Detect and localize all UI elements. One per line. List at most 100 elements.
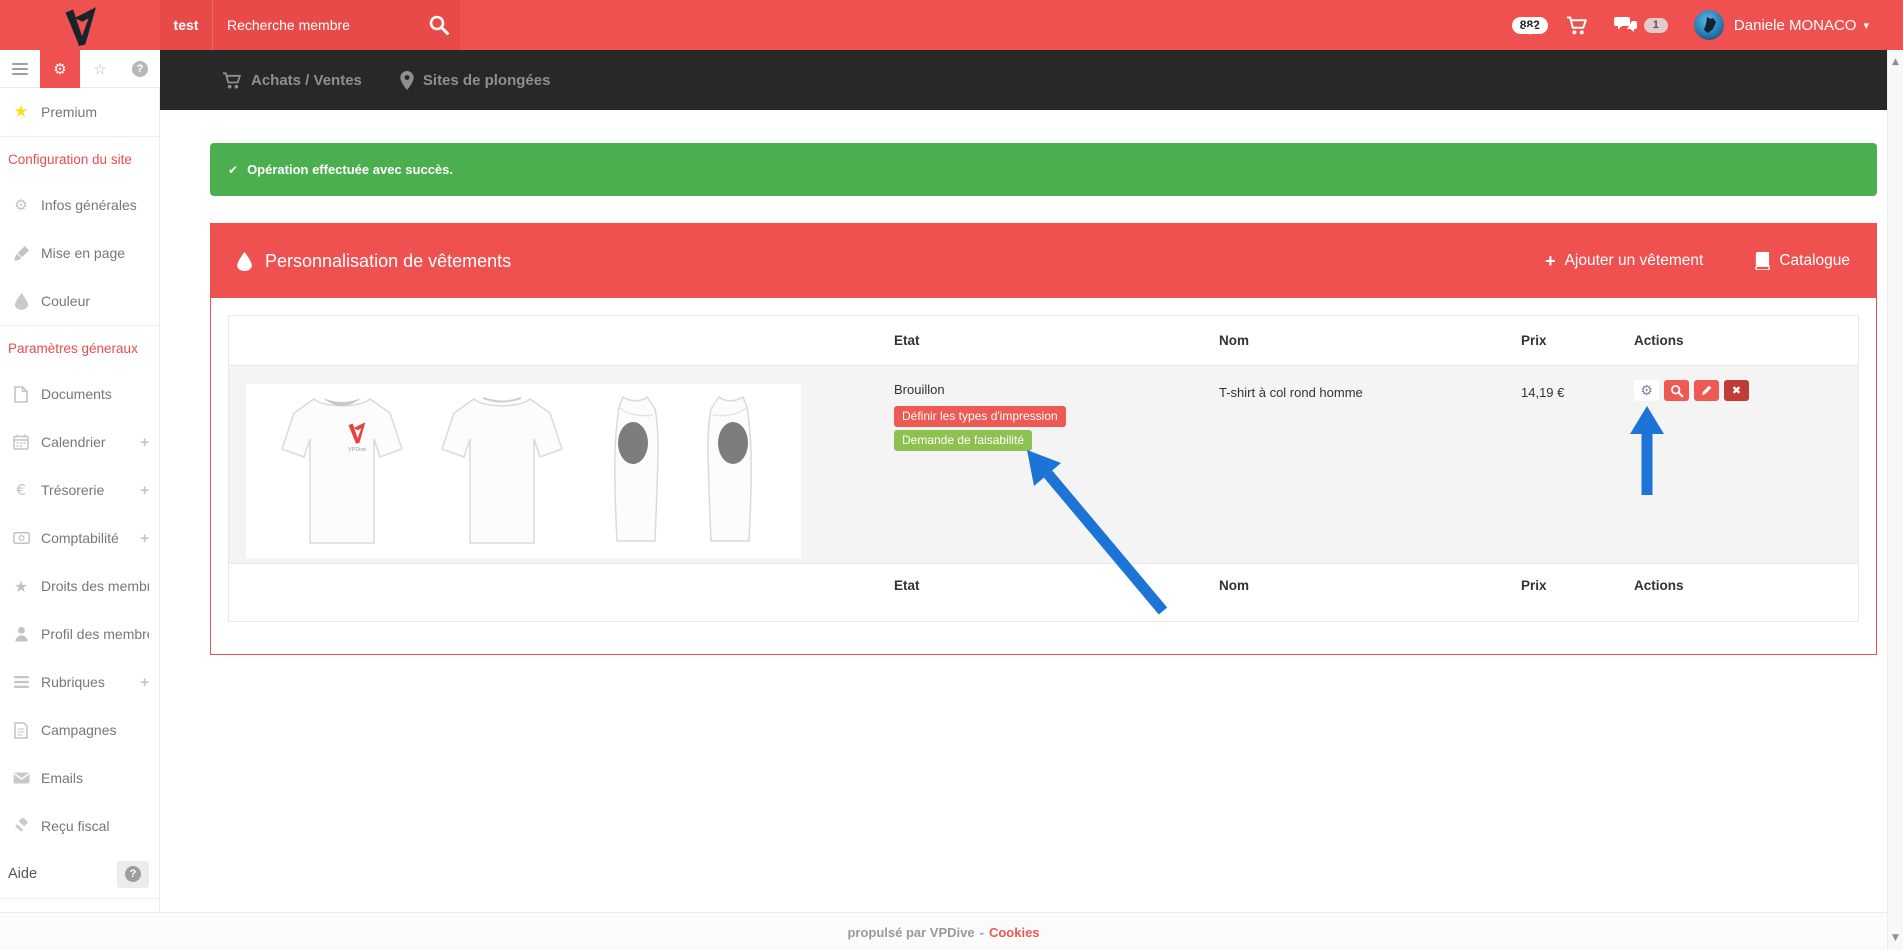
actions-cell: ⚙ ✖ bbox=[1626, 366, 1858, 563]
euro-icon: € bbox=[8, 481, 34, 499]
vpdive-logo[interactable] bbox=[0, 0, 160, 50]
chevron-down-icon: ▾ bbox=[1863, 19, 1869, 32]
cookies-link[interactable]: Cookies bbox=[989, 925, 1040, 940]
vertical-scrollbar[interactable]: ▲ ▼ bbox=[1887, 50, 1903, 950]
expand-plus-icon[interactable]: + bbox=[140, 482, 149, 499]
sidebar-item-recu-fiscal[interactable]: Reçu fiscal bbox=[0, 802, 159, 850]
sidebar-item-tresorerie[interactable]: € Trésorerie + bbox=[0, 466, 159, 514]
catalogue-button[interactable]: Catalogue bbox=[1753, 252, 1850, 270]
top-bar: test 882 bbox=[0, 0, 1903, 50]
section-parametres-generaux: Paramètres géneraux bbox=[0, 326, 159, 370]
powered-by-label: propulsé par VPDive bbox=[847, 925, 974, 940]
pencil-icon bbox=[1700, 384, 1713, 397]
tab-help[interactable]: ? bbox=[120, 50, 160, 88]
tshirt-side-right-image bbox=[597, 391, 667, 551]
chat-icon bbox=[1614, 16, 1638, 35]
gear-icon: ⚙ bbox=[8, 196, 34, 214]
vpdive-logo-icon bbox=[61, 5, 99, 46]
panel-header-actions: + Ajouter un vêtement Catalogue bbox=[1545, 252, 1850, 270]
project-name-tab[interactable]: test bbox=[160, 0, 213, 50]
avatar-image bbox=[1694, 10, 1724, 40]
search-icon bbox=[428, 14, 450, 36]
row-delete-button[interactable]: ✖ bbox=[1724, 380, 1749, 401]
star-icon: ★ bbox=[8, 577, 34, 596]
expand-plus-icon[interactable]: + bbox=[140, 530, 149, 547]
file-icon bbox=[8, 386, 34, 403]
table-row: VPDive bbox=[229, 365, 1858, 564]
define-print-types-button[interactable]: Définir les types d'impression bbox=[894, 406, 1066, 427]
sidebar-item-mise-en-page[interactable]: Mise en page bbox=[0, 229, 159, 277]
topbar-right-cluster: 882 1 bbox=[1512, 10, 1869, 40]
column-header-actions: Actions bbox=[1626, 333, 1858, 348]
tshirt-side-left-image bbox=[699, 391, 769, 551]
column-header-etat: Etat bbox=[884, 333, 1211, 348]
sidebar-item-documents[interactable]: Documents bbox=[0, 370, 159, 418]
help-button[interactable]: ? bbox=[117, 861, 149, 888]
divider bbox=[0, 898, 159, 899]
question-icon: ? bbox=[125, 866, 141, 882]
sidebar-item-droits-des-membres[interactable]: ★ Droits des membres bbox=[0, 562, 159, 610]
feasibility-request-button[interactable]: Demande de faisabilité bbox=[894, 430, 1032, 451]
table-header-row: Etat Nom Prix Actions bbox=[229, 316, 1858, 365]
image-column-footer bbox=[229, 564, 884, 578]
sidebar-item-campagnes[interactable]: Campagnes bbox=[0, 706, 159, 754]
search-button[interactable] bbox=[418, 0, 460, 50]
tab-settings[interactable]: ⚙ bbox=[40, 50, 80, 88]
clothing-panel: Personnalisation de vêtements + Ajouter … bbox=[210, 223, 1877, 655]
score-badge[interactable]: 882 bbox=[1512, 17, 1548, 34]
nav-label: Achats / Ventes bbox=[251, 72, 362, 89]
sidebar: ★ Premium Configuration du site ⚙ Infos … bbox=[0, 88, 160, 912]
sidebar-item-couleur[interactable]: Couleur bbox=[0, 277, 159, 325]
row-view-button[interactable] bbox=[1664, 380, 1689, 401]
user-name-label: Daniele MONACO bbox=[1734, 17, 1857, 34]
tshirt-back-image bbox=[438, 391, 566, 551]
sidebar-item-profil-des-membres[interactable]: Profil des membres bbox=[0, 610, 159, 658]
document-lines-icon bbox=[8, 722, 34, 739]
alert-message: Opération effectuée avec succès. bbox=[247, 162, 453, 177]
plus-icon: + bbox=[1545, 252, 1556, 270]
magnifier-icon bbox=[1670, 384, 1684, 398]
tab-menu[interactable] bbox=[0, 50, 40, 88]
cart-button[interactable] bbox=[1566, 15, 1588, 36]
table-footer-row: Etat Nom Prix Actions bbox=[229, 564, 1858, 621]
sidebar-item-infos-generales[interactable]: ⚙ Infos générales bbox=[0, 181, 159, 229]
product-images-cell: VPDive bbox=[229, 366, 884, 563]
nav-sites-plongees[interactable]: Sites de plongées bbox=[400, 71, 551, 90]
panel-header: Personnalisation de vêtements + Ajouter … bbox=[211, 224, 1876, 298]
user-icon bbox=[8, 626, 34, 642]
map-marker-icon bbox=[400, 71, 414, 90]
sidebar-item-premium[interactable]: ★ Premium bbox=[0, 88, 159, 136]
page: test 882 bbox=[0, 0, 1903, 950]
scroll-up-icon[interactable]: ▲ bbox=[1888, 57, 1903, 67]
row-edit-button[interactable] bbox=[1694, 380, 1719, 401]
search-input[interactable] bbox=[213, 16, 418, 34]
panel-title: Personnalisation de vêtements bbox=[265, 251, 511, 272]
expand-plus-icon[interactable]: + bbox=[140, 434, 149, 451]
nav-achats-ventes[interactable]: Achats / Ventes bbox=[222, 71, 362, 90]
tshirt-front-image: VPDive bbox=[278, 391, 406, 551]
row-settings-button[interactable]: ⚙ bbox=[1634, 380, 1659, 401]
sidebar-item-calendrier[interactable]: Calendrier + bbox=[0, 418, 159, 466]
footer-column-etat: Etat bbox=[884, 564, 1211, 593]
column-header-nom: Nom bbox=[1211, 333, 1513, 348]
sidebar-item-aide: Aide ? bbox=[0, 850, 159, 898]
user-avatar[interactable] bbox=[1694, 10, 1724, 40]
brush-icon bbox=[8, 245, 34, 262]
expand-plus-icon[interactable]: + bbox=[140, 674, 149, 691]
section-configuration-du-site: Configuration du site bbox=[0, 137, 159, 181]
sidebar-item-comptabilite[interactable]: Comptabilité + bbox=[0, 514, 159, 562]
book-icon bbox=[1753, 252, 1770, 270]
footer-column-actions: Actions bbox=[1626, 564, 1858, 593]
prix-cell: 14,19 € bbox=[1513, 366, 1626, 563]
add-clothing-button[interactable]: + Ajouter un vêtement bbox=[1545, 252, 1703, 270]
envelope-icon bbox=[8, 772, 34, 784]
sidebar-item-rubriques[interactable]: Rubriques + bbox=[0, 658, 159, 706]
sidebar-item-emails[interactable]: Emails bbox=[0, 754, 159, 802]
tab-favorites[interactable]: ☆ bbox=[80, 50, 120, 88]
messages-button[interactable]: 1 bbox=[1614, 16, 1668, 35]
scroll-down-icon[interactable]: ▼ bbox=[1888, 933, 1903, 943]
user-menu[interactable]: Daniele MONACO ▾ bbox=[1734, 17, 1869, 34]
cart-icon bbox=[1566, 15, 1588, 36]
footer-column-nom: Nom bbox=[1211, 564, 1513, 593]
column-header-prix: Prix bbox=[1513, 333, 1626, 348]
